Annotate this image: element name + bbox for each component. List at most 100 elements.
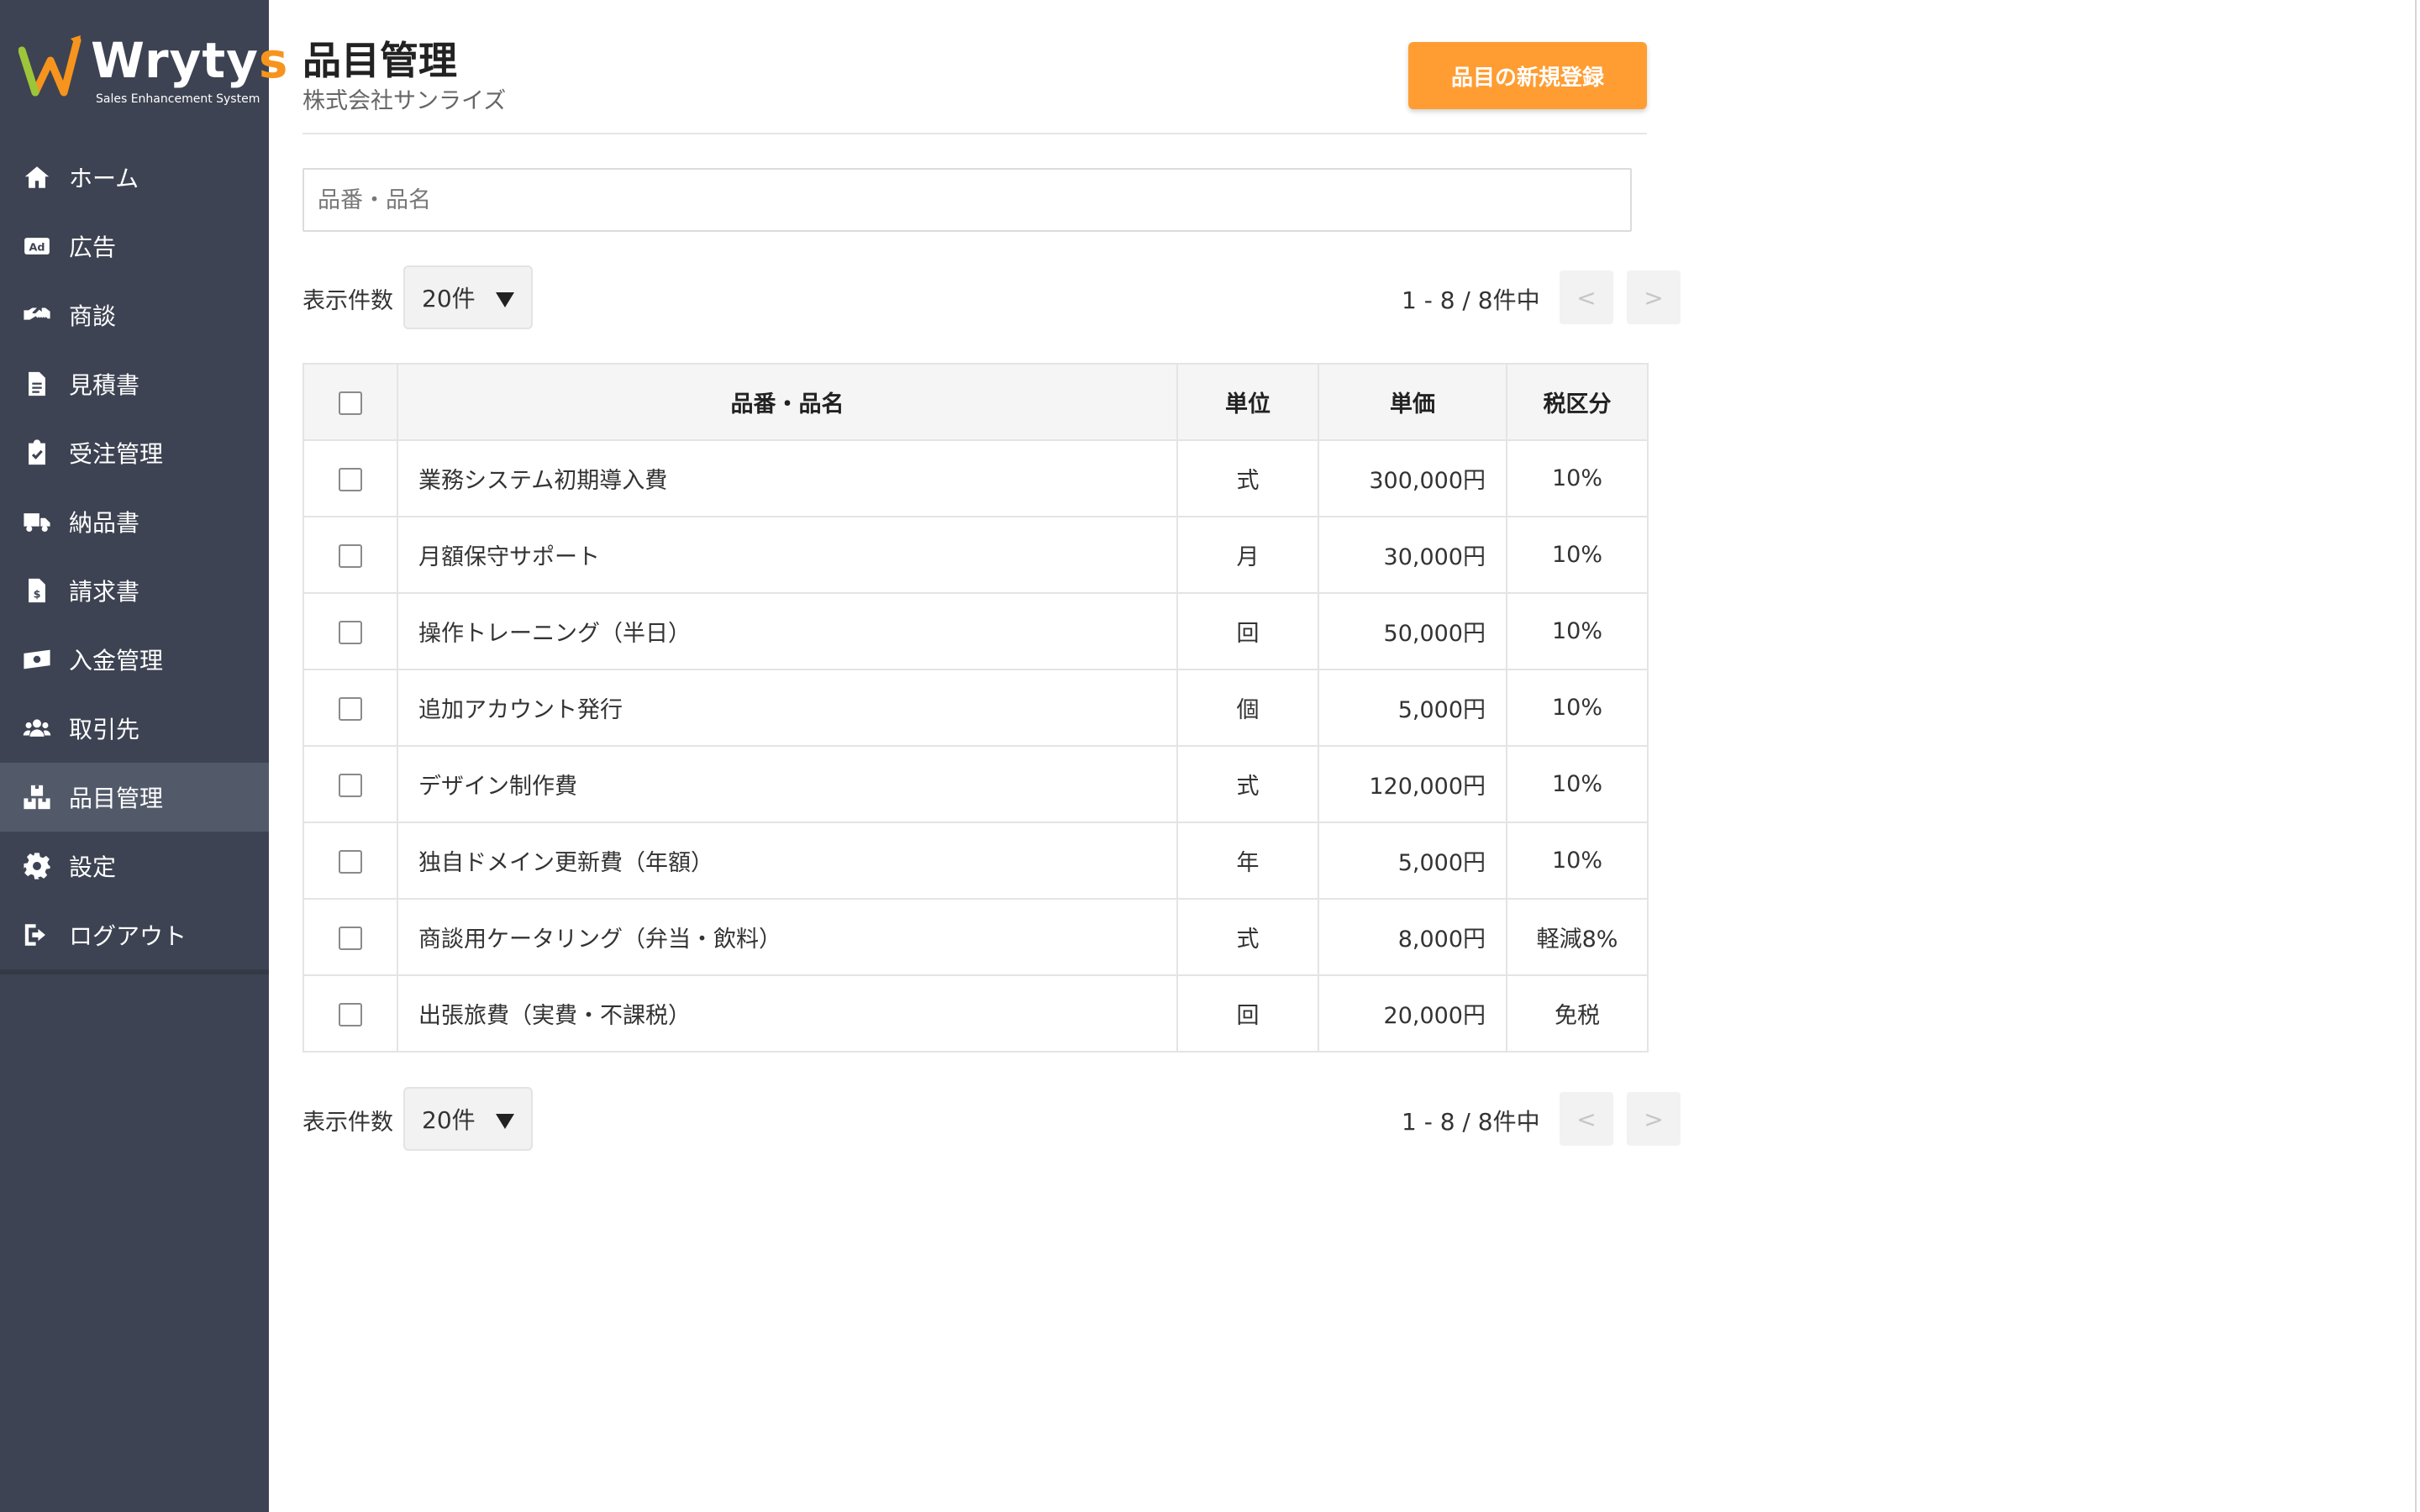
item-name[interactable]: 出張旅費（実費・不課税） <box>397 974 1178 1053</box>
document-icon <box>22 369 52 399</box>
item-price: 5,000円 <box>1318 669 1507 747</box>
column-header-unit[interactable]: 単位 <box>1176 363 1319 441</box>
logout-icon <box>22 920 52 950</box>
item-price: 120,000円 <box>1318 745 1507 823</box>
item-price: 8,000円 <box>1318 898 1507 976</box>
page-range-text: 1 - 8 / 8件中 <box>1402 286 1540 314</box>
item-unit: 年 <box>1176 822 1319 900</box>
sidebar-item-label: ログアウト <box>69 922 187 950</box>
row-checkbox[interactable] <box>339 543 362 568</box>
sidebar-item-label: 受注管理 <box>69 440 164 468</box>
row-select-cell <box>302 822 398 900</box>
column-header-price[interactable]: 単価 <box>1318 363 1507 441</box>
pagination-bottom: 表示件数 20件 1 - 8 / 8件中 < > <box>302 1087 1681 1152</box>
item-price: 30,000円 <box>1318 516 1507 594</box>
item-unit: 個 <box>1176 669 1319 747</box>
item-tax: 10% <box>1506 592 1649 670</box>
sidebar-item-payments[interactable]: 入金管理 <box>0 625 269 694</box>
row-checkbox[interactable] <box>339 926 362 950</box>
item-name[interactable]: 月額保守サポート <box>397 516 1178 594</box>
row-checkbox[interactable] <box>339 1002 362 1026</box>
item-price: 20,000円 <box>1318 974 1507 1053</box>
sidebar-item-orders[interactable]: 受注管理 <box>0 418 269 487</box>
next-page-button[interactable]: > <box>1627 270 1681 324</box>
main-content: 品目管理 株式会社サンライズ 品目の新規登録 表示件数 20件 1 - 8 / … <box>269 0 2420 1512</box>
item-tax: 10% <box>1506 439 1649 517</box>
sidebar-item-delivery[interactable]: 納品書 <box>0 487 269 556</box>
table-row[interactable]: デザイン制作費 式 120,000円 10% <box>302 745 1649 823</box>
sidebar-item-home[interactable]: ホーム <box>0 143 269 212</box>
search-input[interactable] <box>302 168 1632 232</box>
column-header-tax[interactable]: 税区分 <box>1506 363 1649 441</box>
item-name[interactable]: デザイン制作費 <box>397 745 1178 823</box>
row-checkbox[interactable] <box>339 849 362 874</box>
pagination-top: 表示件数 20件 1 - 8 / 8件中 < > <box>302 265 1681 331</box>
item-unit: 回 <box>1176 974 1319 1053</box>
prev-page-button[interactable]: < <box>1560 270 1613 324</box>
per-page-value: 20件 <box>422 285 476 312</box>
sidebar-item-label: 広告 <box>69 234 117 261</box>
svg-text:Ad: Ad <box>29 242 45 255</box>
page-range-text: 1 - 8 / 8件中 <box>1402 1108 1540 1136</box>
item-name[interactable]: 操作トレーニング（半日） <box>397 592 1178 670</box>
item-name[interactable]: 商談用ケータリング（弁当・飲料） <box>397 898 1178 976</box>
page-title: 品目管理 <box>302 38 457 83</box>
per-page-label: 表示件数 <box>302 288 393 314</box>
invoice-icon: $ <box>22 575 52 606</box>
column-header-name[interactable]: 品番・品名 <box>397 363 1178 441</box>
item-price: 50,000円 <box>1318 592 1507 670</box>
clipboard-check-icon <box>22 438 52 468</box>
select-all-cell <box>302 363 398 441</box>
sidebar-item-items[interactable]: 品目管理 <box>0 763 269 832</box>
table-row[interactable]: 独自ドメイン更新費（年額） 年 5,000円 10% <box>302 822 1649 900</box>
gear-icon <box>22 851 52 881</box>
row-checkbox[interactable] <box>339 467 362 491</box>
table-row[interactable]: 月額保守サポート 月 30,000円 10% <box>302 516 1649 594</box>
per-page-select[interactable]: 20件 <box>403 265 533 329</box>
sidebar-item-clients[interactable]: 取引先 <box>0 694 269 763</box>
table-row[interactable]: 操作トレーニング（半日） 回 50,000円 10% <box>302 592 1649 670</box>
row-select-cell <box>302 669 398 747</box>
sidebar-nav: ホーム Ad 広告 商談 見積書 受注管理 納品書 $ 請求書 入金管理 取引先… <box>0 143 269 974</box>
scrollbar-track[interactable] <box>2415 0 2420 1512</box>
row-checkbox[interactable] <box>339 696 362 721</box>
item-tax: 免税 <box>1506 974 1649 1053</box>
row-checkbox[interactable] <box>339 620 362 644</box>
row-checkbox[interactable] <box>339 773 362 797</box>
sidebar-item-label: 設定 <box>69 853 117 881</box>
sidebar-item-label: 納品書 <box>69 509 140 537</box>
items-table: 品番・品名 単位 単価 税区分 業務システム初期導入費 式 300,000円 1… <box>302 363 1649 1053</box>
sidebar-item-label: 請求書 <box>69 578 140 606</box>
table-row[interactable]: 業務システム初期導入費 式 300,000円 10% <box>302 439 1649 517</box>
select-all-checkbox[interactable] <box>339 391 362 415</box>
prev-page-button[interactable]: < <box>1560 1092 1613 1146</box>
sidebar-item-deals[interactable]: 商談 <box>0 281 269 349</box>
sidebar-item-label: 取引先 <box>69 716 140 743</box>
row-select-cell <box>302 898 398 976</box>
logo-subtitle: Sales Enhancement System <box>96 92 260 106</box>
row-select-cell <box>302 516 398 594</box>
sidebar-item-ads[interactable]: Ad 広告 <box>0 212 269 281</box>
new-item-button[interactable]: 品目の新規登録 <box>1408 42 1647 109</box>
sidebar-item-settings[interactable]: 設定 <box>0 832 269 900</box>
item-name[interactable]: 独自ドメイン更新費（年額） <box>397 822 1178 900</box>
sidebar-item-invoices[interactable]: $ 請求書 <box>0 556 269 625</box>
item-unit: 回 <box>1176 592 1319 670</box>
per-page-select[interactable]: 20件 <box>403 1087 533 1151</box>
item-unit: 式 <box>1176 745 1319 823</box>
per-page-value: 20件 <box>422 1106 476 1134</box>
sidebar-item-quotes[interactable]: 見積書 <box>0 349 269 418</box>
table-row[interactable]: 出張旅費（実費・不課税） 回 20,000円 免税 <box>302 974 1649 1053</box>
item-name[interactable]: 業務システム初期導入費 <box>397 439 1178 517</box>
company-name: 株式会社サンライズ <box>302 88 507 114</box>
item-tax: 軽減8% <box>1506 898 1649 976</box>
next-page-button[interactable]: > <box>1627 1092 1681 1146</box>
table-row[interactable]: 商談用ケータリング（弁当・飲料） 式 8,000円 軽減8% <box>302 898 1649 976</box>
app-logo[interactable]: Wrytys Sales Enhancement System <box>17 32 287 116</box>
table-row[interactable]: 追加アカウント発行 個 5,000円 10% <box>302 669 1649 747</box>
item-name[interactable]: 追加アカウント発行 <box>397 669 1178 747</box>
item-unit: 月 <box>1176 516 1319 594</box>
sidebar-item-logout[interactable]: ログアウト <box>0 900 269 969</box>
row-select-cell <box>302 974 398 1053</box>
item-tax: 10% <box>1506 516 1649 594</box>
